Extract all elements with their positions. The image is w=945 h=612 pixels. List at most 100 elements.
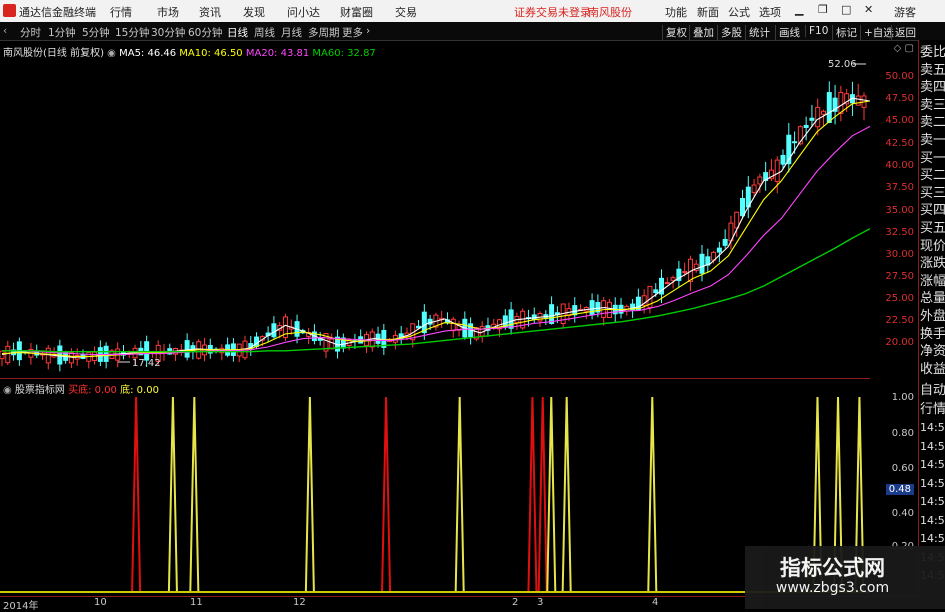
candle-body: [780, 154, 786, 165]
login-notice[interactable]: 证券交易未登录: [514, 4, 591, 20]
watermark-title: 指标公式网: [780, 556, 885, 580]
tab-1min[interactable]: 1分钟: [48, 25, 76, 40]
candle-body: [329, 338, 335, 350]
tab-fenshi[interactable]: 分时: [20, 25, 41, 40]
kline-chart[interactable]: 52.06 17.42: [0, 40, 870, 378]
current-value-badge: 0.48: [885, 484, 914, 495]
menu-xuanxiang[interactable]: 选项: [759, 4, 781, 20]
menu-zixun[interactable]: 资讯: [199, 4, 221, 20]
candle-body: [271, 323, 277, 338]
watermark-url: www.zbgs3.com: [775, 580, 890, 596]
quote-item-13: 涨幅: [920, 273, 945, 289]
tab-5min[interactable]: 5分钟: [82, 25, 110, 40]
candle-body: [757, 176, 763, 185]
time-label-4: 4: [652, 597, 659, 608]
candle-body: [682, 271, 688, 274]
btn-duogu[interactable]: 多股: [717, 25, 742, 40]
tab-multi[interactable]: 多周期: [308, 25, 340, 40]
bottom-spike: [561, 396, 572, 592]
bottom-spike: [189, 396, 200, 592]
y-label-20: 20.00: [885, 337, 914, 348]
candle-body: [722, 238, 728, 246]
menu-xinmian[interactable]: 新面: [697, 4, 719, 20]
quote-item-0: 委比: [920, 45, 945, 60]
candle-body: [589, 300, 595, 316]
tick-item-4: 14:50: [920, 458, 945, 471]
candle-body: [664, 282, 670, 285]
more-arrow-icon[interactable]: ›: [366, 25, 370, 37]
menu-jiaoyi[interactable]: 交易: [395, 4, 417, 20]
time-label-3: 3: [537, 597, 544, 608]
menu-faxian[interactable]: 发现: [243, 4, 265, 20]
quote-item-16: 换手: [920, 326, 945, 342]
btn-biaoji[interactable]: 标记: [832, 25, 857, 40]
tick-item-8: 14:50: [920, 532, 945, 545]
candle-body: [792, 141, 798, 144]
candles-group: [0, 81, 867, 372]
tab-more[interactable]: 更多: [342, 25, 363, 40]
tab-weekly[interactable]: 周线: [254, 25, 275, 40]
candle-body: [103, 345, 109, 362]
tick-item-2: 14:50: [920, 421, 945, 434]
btn-diejia[interactable]: 叠加: [689, 25, 714, 40]
indicator-chart[interactable]: [0, 378, 870, 597]
y-sub-0.40: 0.40: [891, 508, 914, 519]
menu-wenxiaoda[interactable]: 问小达: [287, 4, 320, 20]
quote-item-3: 卖三: [920, 97, 945, 113]
btn-f10[interactable]: F10: [805, 25, 828, 37]
tick-item-6: 14:50: [920, 495, 945, 508]
bottom-spike: [647, 396, 658, 592]
candle-body: [815, 106, 821, 128]
prev-icon[interactable]: ‹: [3, 25, 7, 37]
btn-zixuan[interactable]: +自选: [860, 25, 894, 40]
maximize-icon[interactable]: □: [841, 3, 851, 16]
quote-item-12: 涨跌: [920, 256, 945, 272]
menu-caifuquan[interactable]: 财富圈: [340, 4, 373, 20]
y-label-37.5: 37.50: [885, 182, 914, 193]
btn-fuquan[interactable]: 复权: [662, 25, 687, 40]
quote-item-8: 买三: [920, 185, 945, 201]
title-bar: 通达信金融终端 行情 市场 资讯 发现 问小达 财富圈 交易 证券交易未登录 南…: [0, 0, 945, 23]
btn-huaxian[interactable]: 画线: [775, 25, 800, 40]
y-sub-0.80: 0.80: [891, 428, 914, 439]
tab-daily[interactable]: 日线: [227, 25, 248, 40]
quote-item-14: 总量: [920, 291, 945, 307]
tab-30min[interactable]: 30分钟: [151, 25, 185, 40]
minimize-icon[interactable]: ▁: [795, 3, 803, 16]
app-name: 通达信金融终端: [19, 6, 96, 19]
user-label[interactable]: 游客: [894, 4, 916, 20]
menu-hangqing[interactable]: 行情: [110, 4, 132, 20]
y-label-42.5: 42.50: [885, 138, 914, 149]
quote-item-10: 买五: [920, 221, 945, 236]
close-icon[interactable]: ✕: [864, 3, 873, 16]
tab-15min[interactable]: 15分钟: [115, 25, 149, 40]
time-label-2: 2: [512, 597, 519, 608]
y-label-32.5: 32.50: [885, 227, 914, 238]
candle-body: [809, 117, 815, 121]
y-label-22.5: 22.50: [885, 315, 914, 326]
quote-panel: 委比 卖五 卖四 卖三 卖二 卖一 买一 买二 买三 买四 买五 现价 涨跌 涨幅 总量 外盘 换手 净资 收益: [918, 40, 945, 380]
candle-body: [508, 309, 514, 329]
menu-shichang[interactable]: 市场: [157, 4, 179, 20]
tick-item-3: 14:50: [920, 439, 945, 453]
time-label-2014: 2014年: [3, 601, 39, 612]
menu-gongneng[interactable]: 功能: [665, 4, 687, 20]
axis-icon[interactable]: ◇ ▢: [894, 43, 914, 54]
quote-item-11: 现价: [920, 238, 945, 254]
restore-icon[interactable]: ❐: [818, 3, 828, 16]
tick-item-5: 14:50: [920, 476, 945, 490]
candle-body: [740, 198, 746, 217]
candle-body: [5, 345, 11, 364]
time-label-12: 12: [293, 597, 306, 608]
bottom-spike: [304, 396, 315, 592]
buy-bottom-spike: [131, 396, 142, 592]
btn-tongji[interactable]: 统计: [745, 25, 770, 40]
app-logo-icon: [3, 4, 16, 17]
tab-monthly[interactable]: 月线: [281, 25, 302, 40]
menu-gongshi[interactable]: 公式: [728, 4, 750, 20]
tab-60min[interactable]: 60分钟: [188, 25, 222, 40]
candle-body: [653, 289, 659, 294]
watermark: 指标公式网 www.zbgs3.com: [745, 546, 945, 609]
y-label-25: 25.00: [885, 293, 914, 304]
btn-fanhui[interactable]: 返回: [891, 25, 916, 40]
